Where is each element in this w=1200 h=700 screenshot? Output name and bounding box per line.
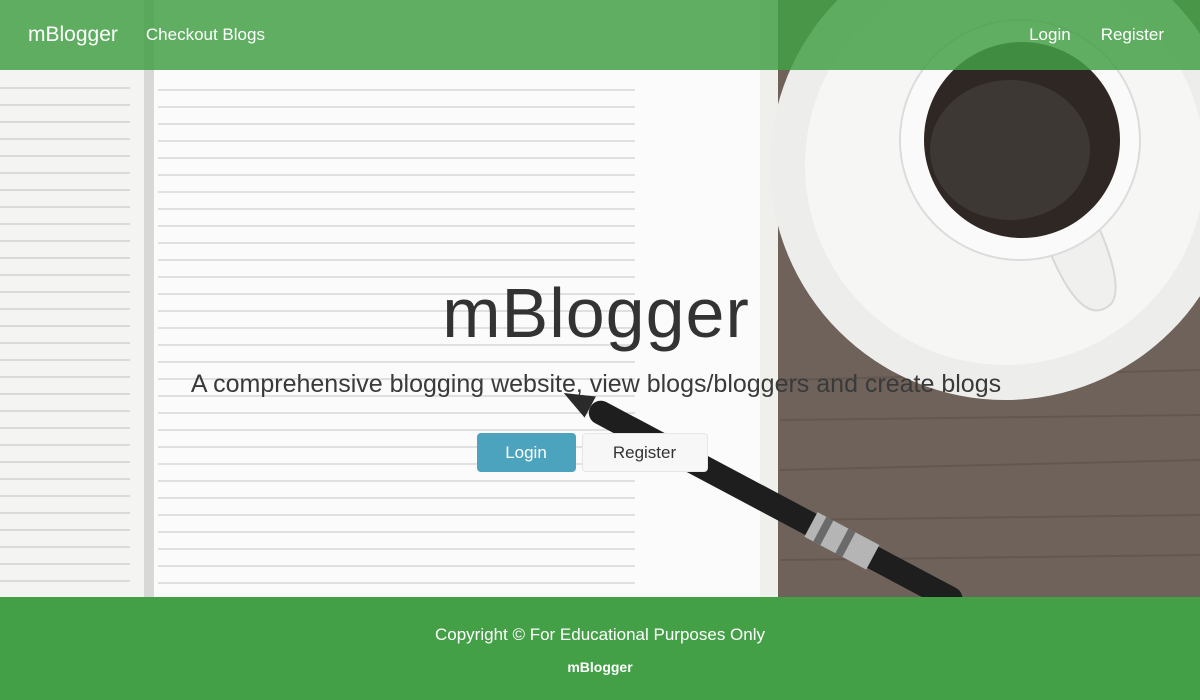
brand-link[interactable]: mBlogger [28, 23, 118, 47]
hero-subtitle: A comprehensive blogging website, view b… [190, 370, 1002, 398]
footer: Copyright © For Educational Purposes Onl… [0, 597, 1200, 700]
nav-register-link[interactable]: Register [1101, 25, 1164, 45]
nav-auth-links: Login Register [1029, 25, 1172, 45]
footer-brand: mBlogger [567, 659, 633, 675]
hero-register-button[interactable]: Register [581, 433, 708, 472]
hero-title: mBlogger [442, 274, 750, 352]
nav-checkout-blogs-link[interactable]: Checkout Blogs [146, 25, 265, 45]
top-navbar: mBlogger Checkout Blogs Login Register [0, 0, 1200, 70]
landing-page: mBlogger Checkout Blogs Login Register m… [0, 0, 1200, 700]
hero-content: mBlogger A comprehensive blogging websit… [0, 270, 1200, 472]
hero-login-button[interactable]: Login [476, 433, 576, 472]
nav-login-link[interactable]: Login [1029, 25, 1071, 45]
footer-copyright: Copyright © For Educational Purposes Onl… [434, 625, 765, 644]
hero-buttons: Login Register [0, 433, 1192, 472]
